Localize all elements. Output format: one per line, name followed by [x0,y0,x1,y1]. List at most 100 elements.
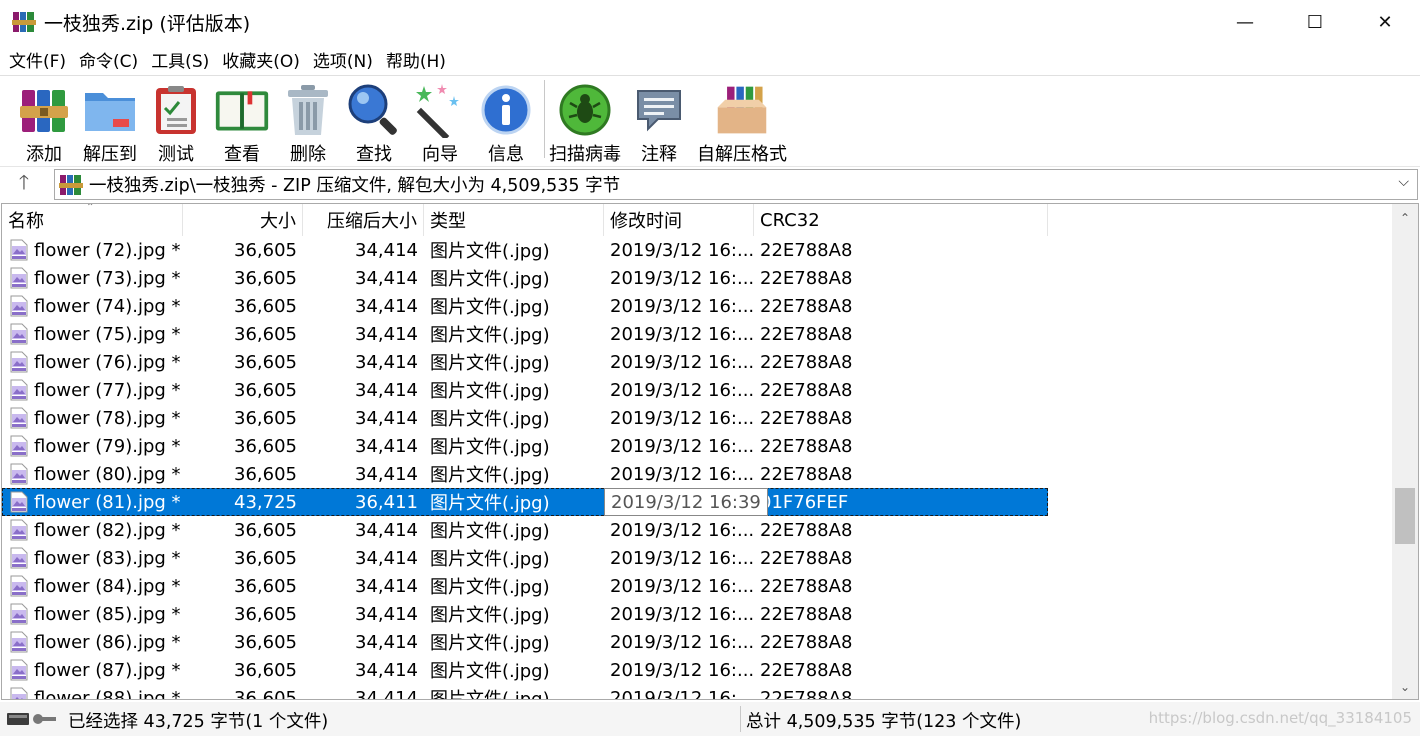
maximize-button[interactable]: ☐ [1280,0,1350,44]
sfx-button[interactable]: 自解压格式 [697,76,787,166]
cell-crc32: 22E788A8 [760,547,853,569]
extract-to-label: 解压到 [83,144,137,165]
find-button[interactable]: 查找 [346,76,402,166]
winrar-window: 一枝独秀.zip (评估版本) — ☐ ✕ 文件(F) 命令(C) 工具(S) … [0,0,1420,736]
menu-options[interactable]: 选项(N) [308,47,378,72]
cell-name: flower (81).jpg * [2,488,183,516]
col-modified[interactable]: 修改时间 [604,204,754,236]
toolbar-separator [544,80,545,158]
file-name: flower (79).jpg * [34,435,181,457]
col-size[interactable]: 大小 [183,204,303,236]
cell-size: 43,725 [234,491,297,513]
table-row[interactable]: flower (79).jpg * 36,605 34,414 图片文件(.jpg) 2… [2,432,1392,460]
minimize-button[interactable]: — [1210,0,1280,44]
status-divider [740,706,741,732]
cell-packed: 36,411 [355,491,418,513]
cell-size: 36,605 [234,407,297,429]
delete-button[interactable]: 删除 [280,76,336,166]
cell-size: 36,605 [234,575,297,597]
cell-modified: 2019/3/12 16:... [610,687,754,700]
cell-size: 36,605 [234,631,297,653]
comment-icon [631,82,687,138]
table-row[interactable]: flower (86).jpg * 36,605 34,414 图片文件(.jpg) 2… [2,628,1392,656]
comment-button[interactable]: 注释 [631,76,687,166]
cell-modified: 2019/3/12 16:... [610,351,754,373]
watermark-text: https://blog.csdn.net/qq_33184105 [1148,709,1412,727]
menu-file[interactable]: 文件(F) [4,47,71,72]
cell-size: 36,605 [234,239,297,261]
menu-tools[interactable]: 工具(S) [146,47,214,72]
table-row[interactable]: flower (83).jpg * 36,605 34,414 图片文件(.jpg) 2… [2,544,1392,572]
info-button[interactable]: 信息 [478,76,534,166]
chevron-down-icon[interactable]: ⌵ [1398,174,1409,190]
col-name[interactable]: 名称 ⌃ [2,204,183,236]
archive-books-icon [16,82,72,138]
title-bar[interactable]: 一枝独秀.zip (评估版本) — ☐ ✕ [0,0,1420,44]
jpg-file-icon [10,519,28,541]
virus-scan-icon [557,82,613,138]
jpg-file-icon [10,351,28,373]
table-row[interactable]: flower (87).jpg * 36,605 34,414 图片文件(.jpg) 2… [2,656,1392,684]
table-row[interactable]: flower (74).jpg * 36,605 34,414 图片文件(.jpg) 2… [2,292,1392,320]
file-name: flower (80).jpg * [34,463,181,485]
file-name: flower (72).jpg * [34,239,181,261]
cell-type: 图片文件(.jpg) [430,521,550,542]
col-type[interactable]: 类型 [424,204,604,236]
col-packed[interactable]: 压缩后大小 [303,204,424,236]
up-folder-button[interactable]: 🡑 [0,167,48,203]
table-row[interactable]: flower (73).jpg * 36,605 34,414 图片文件(.jpg) 2… [2,264,1392,292]
table-row[interactable]: flower (78).jpg * 36,605 34,414 图片文件(.jpg) 2… [2,404,1392,432]
status-bar: 已经选择 43,725 字节(1 个文件) 总计 4,509,535 字节(12… [0,702,1420,736]
table-row[interactable]: flower (82).jpg * 36,605 34,414 图片文件(.jpg) 2… [2,516,1392,544]
col-crc32[interactable]: CRC32 [754,204,1048,236]
cell-name: flower (83).jpg * [2,544,183,572]
cell-packed: 34,414 [355,547,418,569]
cell-type: 图片文件(.jpg) [430,689,550,700]
test-button[interactable]: 测试 [148,76,204,166]
table-row[interactable]: flower (75).jpg * 36,605 34,414 图片文件(.jpg) 2… [2,320,1392,348]
scroll-up-icon[interactable]: ⌃ [1392,206,1418,230]
table-row[interactable]: flower (88).jpg * 36,605 34,414 图片文件(.jpg) 2… [2,684,1392,700]
cell-crc32: 22E788A8 [760,435,853,457]
cell-crc32: 01F76FEF [760,491,849,513]
cell-packed: 34,414 [355,463,418,485]
cell-crc32: 22E788A8 [760,323,853,345]
vertical-scrollbar[interactable]: ⌃ ⌄ [1392,204,1418,699]
scroll-down-icon[interactable]: ⌄ [1392,675,1418,699]
drive-key-icon[interactable] [6,707,62,731]
cell-packed: 34,414 [355,603,418,625]
table-row[interactable]: flower (72).jpg * 36,605 34,414 图片文件(.jpg) 2… [2,236,1392,264]
extract-to-button[interactable]: 解压到 [82,76,138,166]
cell-packed: 34,414 [355,631,418,653]
jpg-file-icon [10,407,28,429]
winrar-app-icon [12,12,36,32]
wizard-button[interactable]: 向导 [412,76,468,166]
menu-help[interactable]: 帮助(H) [381,47,451,72]
menu-command[interactable]: 命令(C) [74,47,143,72]
table-row[interactable]: flower (85).jpg * 36,605 34,414 图片文件(.jpg) 2… [2,600,1392,628]
cell-size: 36,605 [234,547,297,569]
cell-name: flower (80).jpg * [2,460,183,488]
cell-type: 图片文件(.jpg) [430,465,550,486]
col-name-label: 名称 [8,211,44,232]
file-name: flower (75).jpg * [34,323,181,345]
cell-type: 图片文件(.jpg) [430,549,550,570]
scan-virus-button[interactable]: 扫描病毒 [549,76,621,166]
view-button[interactable]: 查看 [214,76,270,166]
table-row[interactable]: flower (84).jpg * 36,605 34,414 图片文件(.jpg) 2… [2,572,1392,600]
file-list[interactable]: 名称 ⌃ 大小 压缩后大小 类型 修改时间 CRC32 flower (72).… [1,203,1419,700]
table-row[interactable]: flower (80).jpg * 36,605 34,414 图片文件(.jpg) 2… [2,460,1392,488]
cell-name: flower (87).jpg * [2,656,183,684]
menu-favorites[interactable]: 收藏夹(O) [217,47,305,72]
scroll-thumb[interactable] [1395,488,1415,544]
file-rows: flower (72).jpg * 36,605 34,414 图片文件(.jpg) 2… [2,236,1392,700]
table-row[interactable]: flower (81).jpg * 43,725 36,411 图片文件(.jpg) 2… [2,488,1392,516]
jpg-file-icon [10,631,28,653]
cell-size: 36,605 [234,323,297,345]
address-bar[interactable]: 一枝独秀.zip\一枝独秀 - ZIP 压缩文件, 解包大小为 4,509,53… [54,169,1418,200]
table-row[interactable]: flower (77).jpg * 36,605 34,414 图片文件(.jpg) 2… [2,376,1392,404]
table-row[interactable]: flower (76).jpg * 36,605 34,414 图片文件(.jpg) 2… [2,348,1392,376]
add-button[interactable]: 添加 [16,76,72,166]
cell-packed: 34,414 [355,687,418,700]
close-button[interactable]: ✕ [1350,0,1420,44]
